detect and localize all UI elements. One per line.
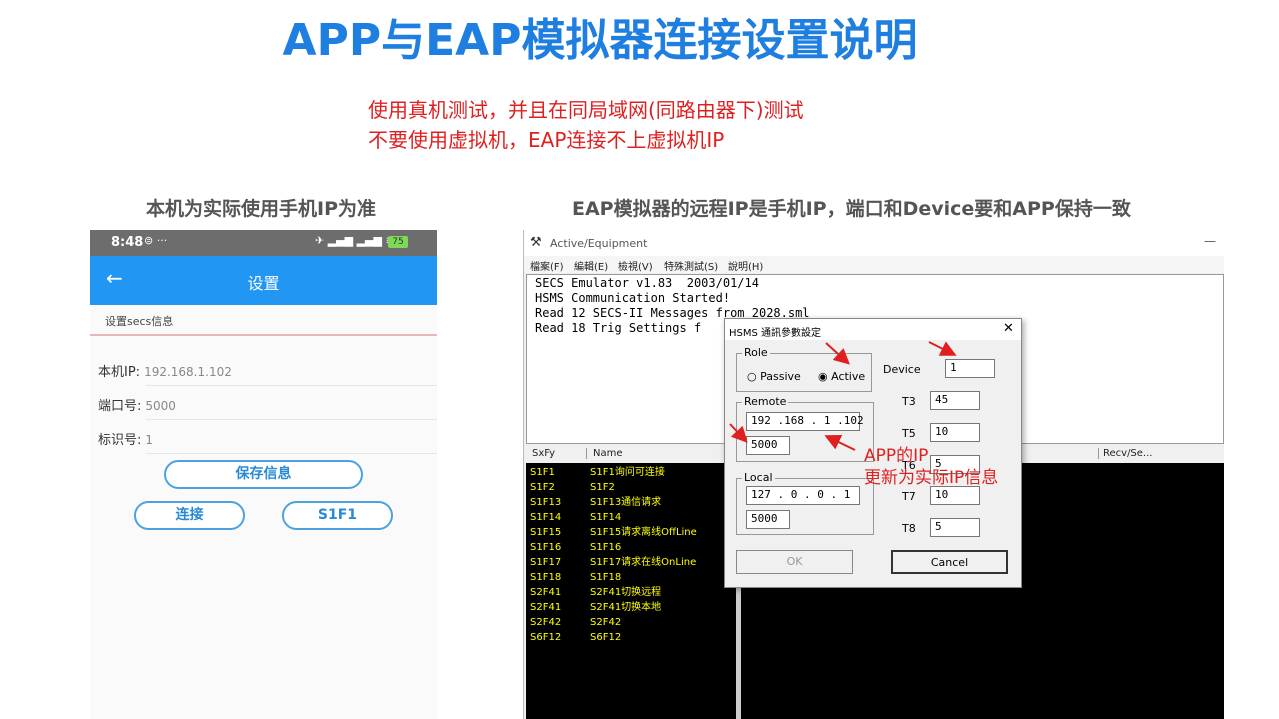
arrow-role [825,342,850,365]
annotation-arrows [729,341,957,451]
annotation-update-ip: 更新为实际IP信息 [864,468,999,488]
arrow-remote-ip [824,434,856,451]
arrow-remote-port [729,423,748,443]
arrow-device [928,341,957,356]
